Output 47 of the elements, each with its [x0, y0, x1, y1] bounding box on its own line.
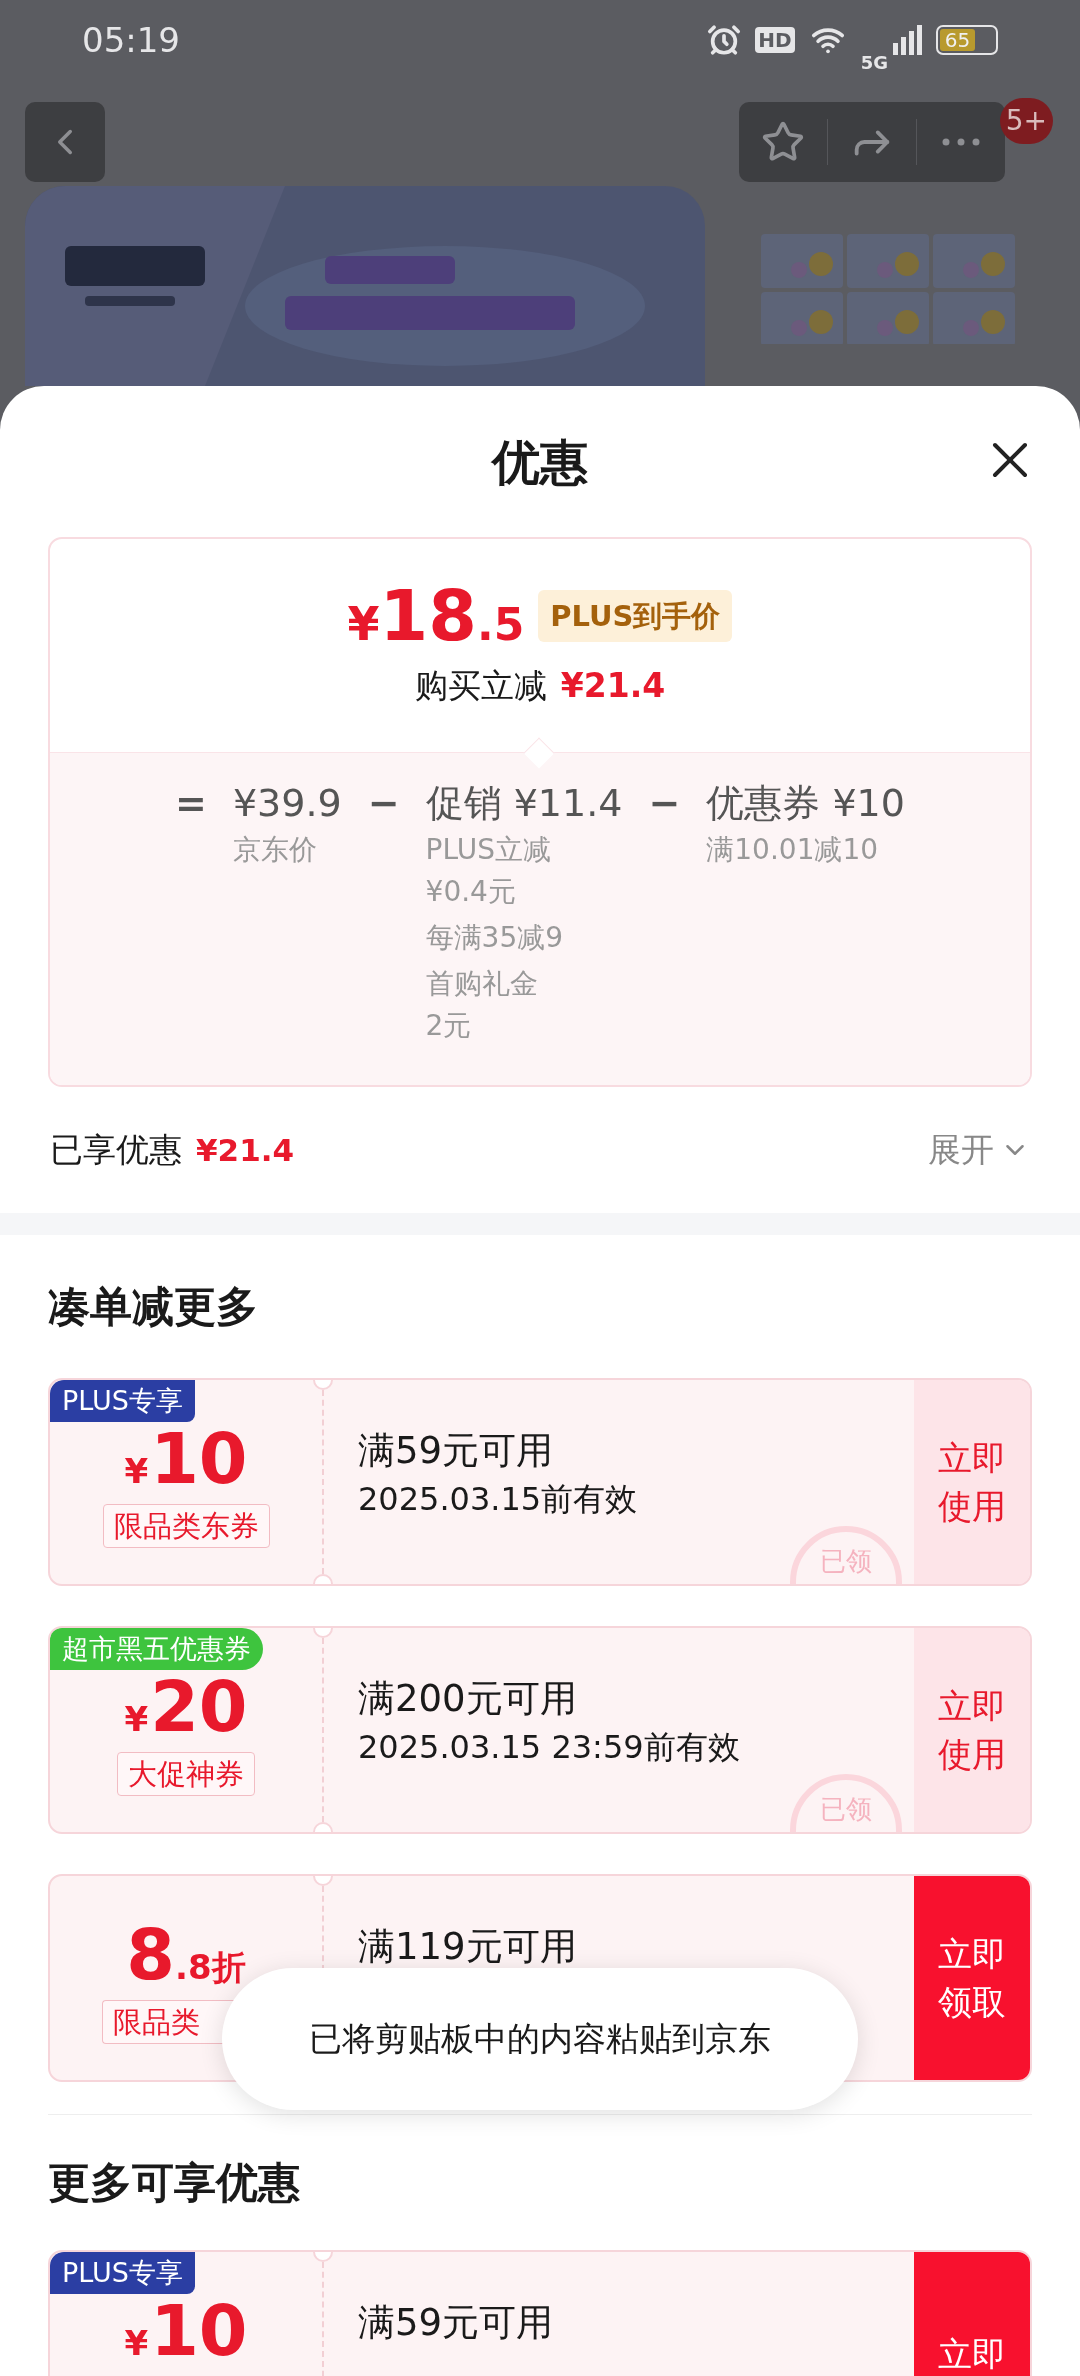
more-icon — [942, 138, 980, 146]
notification-badge: 5+ — [999, 98, 1053, 144]
coupon-condition: 满119元可用 — [358, 1924, 578, 1970]
saving-label: 购买立减 — [414, 665, 547, 707]
price-note: 首购礼金 2元 — [425, 966, 539, 1044]
price-note: 京东价 — [232, 832, 318, 868]
network-label: 5G — [860, 54, 888, 72]
expand-toggle[interactable]: 展开 — [928, 1125, 1030, 1175]
hd-icon: HD — [755, 27, 795, 53]
coupon-action-button[interactable]: 立即使用 — [914, 1628, 1030, 1832]
coupon-condition: 满59元可用 — [358, 2300, 555, 2346]
final-price: ¥18.5 — [347, 581, 525, 651]
saving-value: ¥21.4 — [560, 665, 666, 707]
coupon-action-button[interactable]: 立即领取 — [914, 1876, 1030, 2080]
coupon-validity: 2025.03.15 23:59前有效 — [358, 1727, 741, 1768]
price-note: 满10.01减10 — [706, 832, 880, 868]
share-button[interactable] — [827, 119, 917, 165]
coupon-action-button[interactable]: 立即使用 — [914, 1380, 1030, 1584]
status-time: 05:19 — [82, 18, 180, 62]
coupon-label: 大促神券 — [117, 1752, 255, 1796]
coupon-tag: PLUS专享 — [50, 2252, 195, 2294]
price-badge: PLUS到手价 — [538, 590, 733, 642]
operator-sign: − — [367, 780, 400, 827]
section-title: 凑单减更多 — [48, 1281, 258, 1333]
coupon-tag: PLUS专享 — [50, 1380, 195, 1422]
claimed-stamp-text: 已领 — [820, 1794, 872, 1824]
coupon-action-button[interactable]: 立即 — [914, 2252, 1030, 2376]
signal-icon — [892, 25, 922, 55]
coupon-validity: 2025.03.15前有效 — [358, 1479, 639, 1520]
price-component: 优惠券 ¥10 — [706, 780, 905, 827]
coupon-condition: 满200元可用 — [358, 1676, 578, 1722]
section-title: 更多可享优惠 — [48, 2157, 300, 2209]
coupon-condition: 满59元可用 — [358, 1428, 555, 1474]
price-component: 促销 ¥11.4 — [425, 780, 623, 827]
operator-sign: − — [648, 780, 681, 827]
coupon-tag: 超市黑五优惠券 — [50, 1628, 263, 1670]
price-note: 每满35减9 — [425, 920, 565, 956]
claimed-stamp-text: 已领 — [820, 1546, 872, 1576]
sheet-title: 优惠 — [492, 432, 588, 492]
coupon-label: 限品类东券 — [102, 1504, 270, 1548]
price-note: PLUS立减 ¥0.4元 — [425, 832, 552, 910]
price-component: ¥39.9 — [232, 780, 342, 827]
battery-icon: 65 — [936, 25, 998, 55]
enjoyed-label: 已享优惠 — [50, 1129, 182, 1172]
operator-sign: = — [175, 780, 207, 827]
alarm-icon — [707, 23, 742, 57]
enjoyed-value: ¥21.4 — [196, 1130, 295, 1170]
